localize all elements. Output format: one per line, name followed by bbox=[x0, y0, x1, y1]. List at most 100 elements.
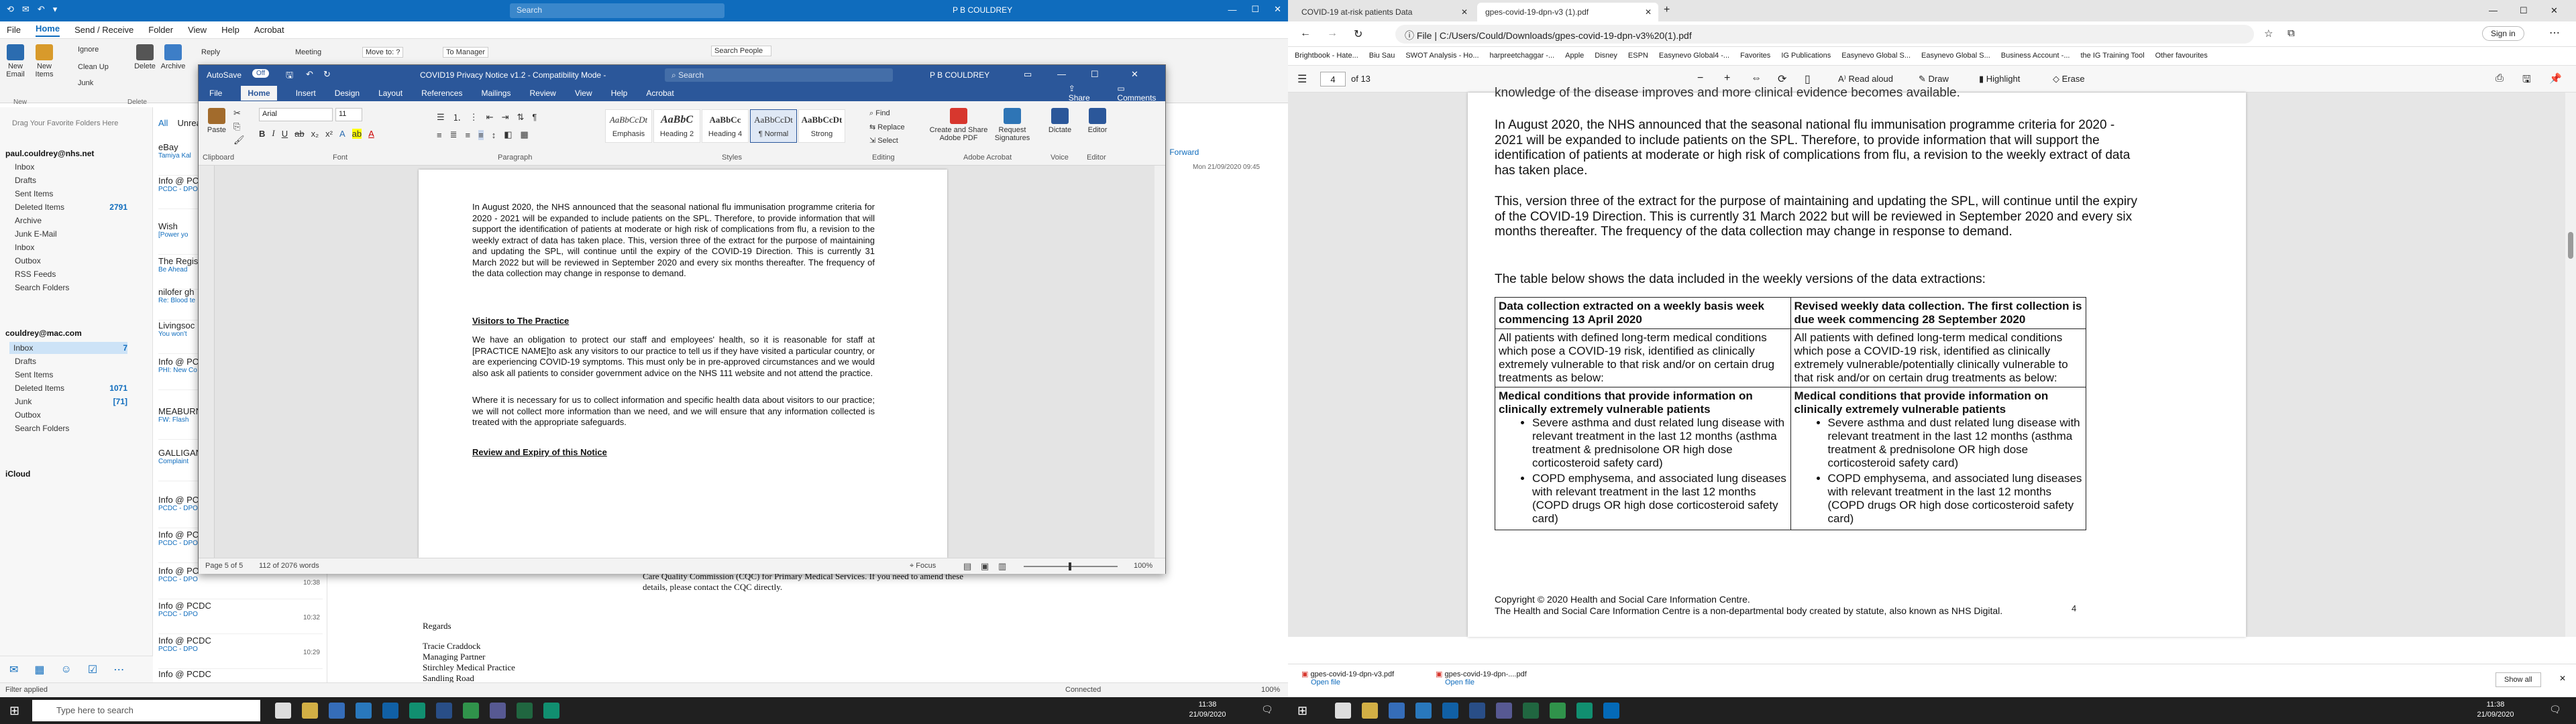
clock-right[interactable]: 11:38 21/09/2020 bbox=[2469, 700, 2522, 720]
tab-help[interactable]: Help bbox=[611, 88, 628, 98]
pdf-scrollbar[interactable] bbox=[2565, 93, 2576, 637]
folder-mac-sent[interactable]: Sent Items bbox=[15, 370, 53, 379]
folder-search[interactable]: Search Folders bbox=[15, 283, 69, 292]
menu-home[interactable]: Home bbox=[35, 23, 60, 37]
edge-taskbar-icon-right[interactable] bbox=[1576, 703, 1593, 719]
strikethrough-icon[interactable]: ab bbox=[294, 129, 304, 139]
print-layout-icon[interactable]: ▣ bbox=[981, 561, 989, 572]
favorite-item[interactable]: Easynevo Global S... bbox=[1841, 52, 1911, 60]
tab-layout[interactable]: Layout bbox=[378, 88, 402, 98]
meeting-button[interactable]: Meeting bbox=[295, 48, 321, 56]
minimize-icon[interactable]: — bbox=[2489, 5, 2498, 15]
print-icon[interactable]: ⎙ bbox=[2496, 72, 2504, 84]
back-icon[interactable]: ← bbox=[1300, 27, 1311, 40]
draw-button[interactable]: ✎ Draw bbox=[1919, 74, 1949, 84]
favorite-item[interactable]: Other favourites bbox=[2155, 52, 2208, 60]
zoom-out-icon[interactable]: − bbox=[1697, 72, 1703, 84]
dictate-button[interactable]: Dictate bbox=[1046, 108, 1073, 134]
minimize-icon[interactable]: — bbox=[1057, 69, 1066, 79]
fit-page-icon[interactable]: ⇔ bbox=[1751, 72, 1762, 84]
comments-button[interactable]: ▭ Comments bbox=[1117, 84, 1165, 103]
style-strong[interactable]: AaBbCcDt Strong bbox=[798, 109, 845, 143]
word-page[interactable]: In August 2020, the NHS announced that t… bbox=[419, 170, 947, 558]
people-module-icon[interactable]: ☺ bbox=[61, 664, 72, 676]
status-words[interactable]: 112 of 2076 words bbox=[259, 562, 319, 570]
close-icon[interactable]: ✕ bbox=[2551, 5, 2558, 16]
outlook-taskbar-icon[interactable] bbox=[382, 703, 398, 719]
download-1-open[interactable]: Open file bbox=[1311, 678, 1340, 686]
mail-item[interactable]: Info @ PCDC PCDC - DPO 10:32 bbox=[158, 601, 323, 634]
start-icon[interactable]: ⊞ bbox=[9, 704, 19, 718]
favorite-star-icon[interactable]: ☆ bbox=[2264, 27, 2273, 40]
favorite-item[interactable]: IG Publications bbox=[1781, 52, 1831, 60]
junk-button[interactable]: Junk bbox=[78, 79, 93, 87]
maximize-icon[interactable]: ☐ bbox=[1251, 4, 1259, 15]
pdf-scrollbar-thumb[interactable] bbox=[2568, 232, 2573, 259]
redo-icon[interactable]: ↻ bbox=[323, 69, 331, 80]
folder-mac-junk[interactable]: Junk bbox=[15, 397, 32, 406]
page-view-icon[interactable]: ▯ bbox=[1805, 72, 1811, 86]
erase-button[interactable]: ◇ Erase bbox=[2053, 74, 2085, 84]
favorite-item[interactable]: SWOT Analysis - Ho... bbox=[1405, 52, 1479, 60]
style-normal[interactable]: AaBbCcDt ¶ Normal bbox=[750, 109, 797, 143]
word-search-input[interactable]: ⌕ Search bbox=[665, 68, 893, 82]
save-icon[interactable]: 🖫 bbox=[286, 69, 293, 84]
cut-icon[interactable]: ✂ bbox=[233, 108, 241, 119]
customize-qa-icon[interactable]: ▾ bbox=[53, 5, 58, 13]
pin-icon[interactable]: 📌 bbox=[2549, 72, 2562, 84]
tab-review[interactable]: Review bbox=[529, 88, 555, 98]
filter-all[interactable]: All bbox=[158, 118, 168, 128]
download-item-2[interactable]: ▣ gpes-covid-19-dpn-....pdf Open file bbox=[1436, 670, 1527, 686]
justify-icon[interactable]: ≡ bbox=[478, 129, 484, 140]
style-heading-2[interactable]: AaBbC Heading 2 bbox=[653, 109, 700, 143]
word-taskbar-icon[interactable] bbox=[436, 703, 452, 719]
contents-icon[interactable]: ☰ bbox=[1297, 72, 1307, 86]
pdf-page[interactable]: knowledge of the disease improves and mo… bbox=[1468, 86, 2246, 637]
autosave-toggle[interactable]: Off bbox=[252, 69, 270, 78]
favorite-item[interactable]: ESPN bbox=[1628, 52, 1648, 60]
chrome-taskbar-icon-right[interactable] bbox=[1550, 703, 1566, 719]
sort-icon[interactable]: ⇅ bbox=[517, 112, 524, 123]
align-right-icon[interactable]: ≡ bbox=[466, 130, 471, 140]
multilevel-icon[interactable]: ⋮ bbox=[470, 112, 478, 123]
sign-in-button[interactable]: Sign in bbox=[2482, 26, 2524, 41]
taskbar-search-input[interactable]: Type here to search bbox=[32, 700, 260, 721]
folder-archive[interactable]: Archive bbox=[15, 216, 42, 225]
undo-icon[interactable]: ↶ bbox=[38, 5, 45, 13]
find-button[interactable]: ⌕ Find bbox=[869, 109, 890, 118]
folder-inbox-2[interactable]: Inbox bbox=[15, 243, 34, 252]
store-icon-right[interactable] bbox=[1389, 703, 1405, 719]
reply-button[interactable]: Reply bbox=[201, 48, 220, 56]
notifications-icon-right[interactable]: 🗨 bbox=[2549, 704, 2561, 715]
close-downloads-icon[interactable]: ✕ bbox=[2559, 674, 2566, 683]
undo-icon[interactable]: ↶ bbox=[306, 69, 313, 80]
word-taskbar-icon-right[interactable] bbox=[1469, 703, 1485, 719]
web-layout-icon[interactable]: ▥ bbox=[998, 561, 1006, 572]
folder-sent-items[interactable]: Sent Items bbox=[15, 189, 53, 198]
style-heading-4[interactable]: AaBbCc Heading 4 bbox=[702, 109, 749, 143]
delete-button[interactable]: Delete bbox=[133, 44, 157, 70]
status-page[interactable]: Page 5 of 5 bbox=[205, 562, 243, 570]
teams-taskbar-icon-right[interactable] bbox=[1496, 703, 1512, 719]
mail-icon[interactable]: ✉ bbox=[22, 5, 30, 13]
new-tab-icon[interactable]: + bbox=[1664, 4, 1670, 16]
favorite-item[interactable]: Business Account -... bbox=[2001, 52, 2070, 60]
tab-file[interactable]: File bbox=[209, 88, 222, 98]
file-explorer-icon[interactable] bbox=[302, 703, 318, 719]
teams-taskbar-icon[interactable] bbox=[490, 703, 506, 719]
request-signatures-button[interactable]: Request Signatures bbox=[993, 108, 1032, 142]
save-icon[interactable]: 🖫 bbox=[2522, 72, 2531, 89]
bold-icon[interactable]: B bbox=[259, 129, 265, 139]
favorite-item[interactable]: the IG Training Tool bbox=[2080, 52, 2144, 60]
borders-icon[interactable]: ▦ bbox=[520, 129, 528, 140]
zoom-slider-thumb[interactable] bbox=[1069, 562, 1071, 570]
tab-references[interactable]: References bbox=[421, 88, 462, 98]
create-share-pdf-button[interactable]: Create and Share Adobe PDF bbox=[928, 108, 989, 142]
editor-button[interactable]: Editor bbox=[1084, 108, 1111, 134]
tab-acrobat[interactable]: Acrobat bbox=[646, 88, 674, 98]
select-button[interactable]: ⇲ Select bbox=[869, 136, 898, 145]
chrome-taskbar-icon[interactable] bbox=[463, 703, 479, 719]
numbering-icon[interactable]: ⒈ bbox=[453, 111, 462, 123]
account-icloud[interactable]: iCloud bbox=[5, 469, 30, 479]
favorite-item[interactable]: Apple bbox=[1565, 52, 1584, 60]
